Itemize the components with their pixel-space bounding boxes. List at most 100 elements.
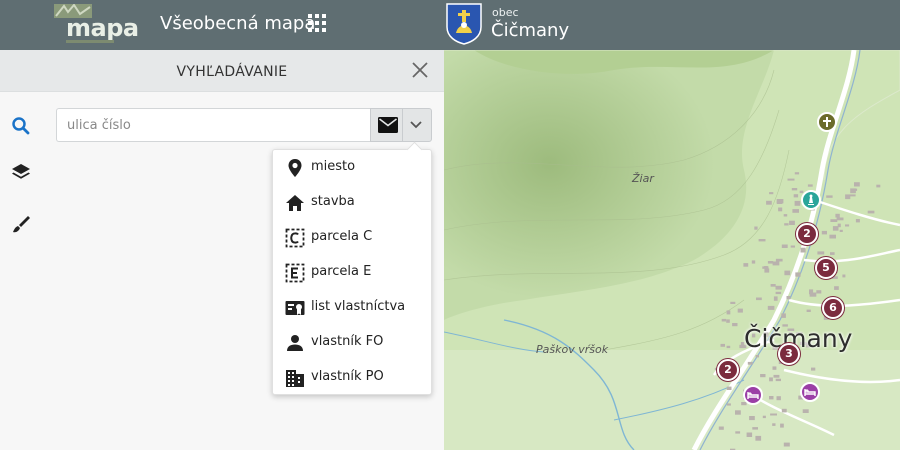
building-footprint [752, 427, 758, 430]
app-title[interactable]: Všeobecná mapa [160, 13, 315, 34]
building-footprint [735, 431, 741, 434]
apps-grid-icon[interactable] [308, 14, 326, 32]
building-footprint [756, 297, 762, 301]
building-footprint [854, 182, 860, 187]
building-footprint [783, 214, 788, 217]
search-type-label: parcela C [311, 229, 373, 244]
building-footprint [764, 268, 770, 273]
search-type-parcel-c[interactable]: parcela C [273, 220, 431, 255]
layers-icon[interactable] [9, 160, 33, 184]
search-type-label: stavba [311, 194, 355, 209]
building-footprint [747, 361, 753, 365]
search-type-building[interactable]: stavba [273, 185, 431, 220]
map-label-paskov-vrsok: Paškov vŕšok [536, 343, 609, 356]
search-type-menu: miesto stavba parcela C parcela E list v… [272, 149, 432, 395]
building-footprint [830, 219, 838, 222]
accommodation-poi-icon[interactable] [743, 385, 763, 405]
building-footprint [772, 261, 780, 266]
search-type-ownership-sheet[interactable]: list vlastníctva [273, 290, 431, 325]
map-cluster-marker[interactable]: 6 [822, 297, 844, 319]
cross-icon [823, 117, 831, 127]
church-poi-icon[interactable] [817, 112, 837, 132]
building-footprint [726, 345, 731, 349]
rail-header [0, 50, 44, 92]
mapa-logo[interactable]: mapa [54, 4, 139, 46]
building-footprint [758, 239, 766, 242]
building-footprint [767, 261, 774, 264]
tool-rail [0, 50, 44, 450]
person-icon [287, 335, 303, 351]
search-icon[interactable] [9, 114, 33, 138]
building-footprint [781, 244, 788, 248]
building-footprint [726, 310, 731, 315]
search-type-label: vlastník FO [311, 334, 384, 349]
building-footprint [794, 200, 801, 206]
building-footprint [784, 270, 791, 276]
building-footprint [751, 260, 756, 264]
building-footprint [790, 245, 795, 248]
building-footprint [775, 285, 782, 290]
building-footprint [769, 377, 773, 382]
building-footprint [773, 374, 780, 378]
search-type-owner-person[interactable]: vlastník FO [273, 325, 431, 360]
search-type-label: vlastník PO [311, 369, 384, 384]
building-footprint [726, 403, 731, 406]
logo-text: mapa [66, 14, 139, 42]
building-footprint [775, 258, 783, 262]
envelope-icon [378, 117, 398, 133]
search-type-place[interactable]: miesto [273, 150, 431, 185]
building-footprint [726, 319, 730, 323]
button-separator [402, 109, 403, 141]
building-footprint [845, 224, 850, 227]
house-icon [286, 195, 304, 211]
building-footprint [837, 223, 841, 228]
monument-poi-icon[interactable] [801, 190, 821, 210]
ownership-sheet-icon [285, 301, 305, 315]
building-footprint [721, 318, 727, 322]
search-type-parcel-e[interactable]: parcela E [273, 255, 431, 290]
building-icon [286, 370, 304, 387]
search-type-label: list vlastníctva [311, 299, 406, 314]
building-footprint [720, 343, 725, 347]
building-footprint [821, 230, 827, 235]
municipality-name[interactable]: Čičmany [491, 20, 569, 41]
accommodation-poi-icon[interactable] [800, 382, 820, 402]
building-footprint [767, 305, 775, 310]
building-footprint [802, 409, 809, 413]
building-footprint [806, 309, 811, 312]
chevron-down-icon [410, 121, 422, 129]
building-footprint [855, 219, 860, 223]
search-input[interactable] [56, 108, 370, 142]
coat-of-arms-icon [446, 3, 482, 45]
building-footprint [876, 184, 881, 188]
building-footprint [754, 226, 758, 230]
search-type-owner-company[interactable]: vlastník PO [273, 360, 431, 395]
building-footprint [781, 313, 786, 318]
building-footprint [867, 210, 875, 214]
map-cluster-marker[interactable]: 3 [778, 343, 800, 365]
map-cluster-marker[interactable]: 5 [815, 257, 837, 279]
building-footprint [795, 272, 801, 277]
building-footprint [811, 367, 816, 371]
search-type-dropdown-button[interactable] [370, 108, 432, 142]
building-footprint [730, 301, 736, 304]
bed-icon [747, 392, 759, 399]
brush-icon[interactable] [9, 212, 33, 236]
building-footprint [809, 292, 817, 297]
building-footprint [826, 195, 833, 198]
building-footprint [786, 296, 791, 300]
building-footprint [746, 432, 753, 437]
map-cluster-marker[interactable]: 2 [796, 223, 818, 245]
building-footprint [829, 234, 836, 239]
parcel-e-icon [285, 263, 305, 283]
building-footprint [850, 194, 856, 197]
building-footprint [835, 213, 840, 218]
map-cluster-marker[interactable]: 2 [717, 359, 739, 381]
building-footprint [789, 220, 795, 225]
building-footprint [791, 188, 798, 191]
building-footprint [852, 188, 858, 191]
map-canvas[interactable]: Žiar Paškov vŕšok Čičmany 2 5 6 3 2 [444, 50, 900, 450]
close-icon[interactable] [410, 60, 430, 80]
statue-icon [808, 194, 814, 205]
building-footprint [775, 291, 782, 295]
